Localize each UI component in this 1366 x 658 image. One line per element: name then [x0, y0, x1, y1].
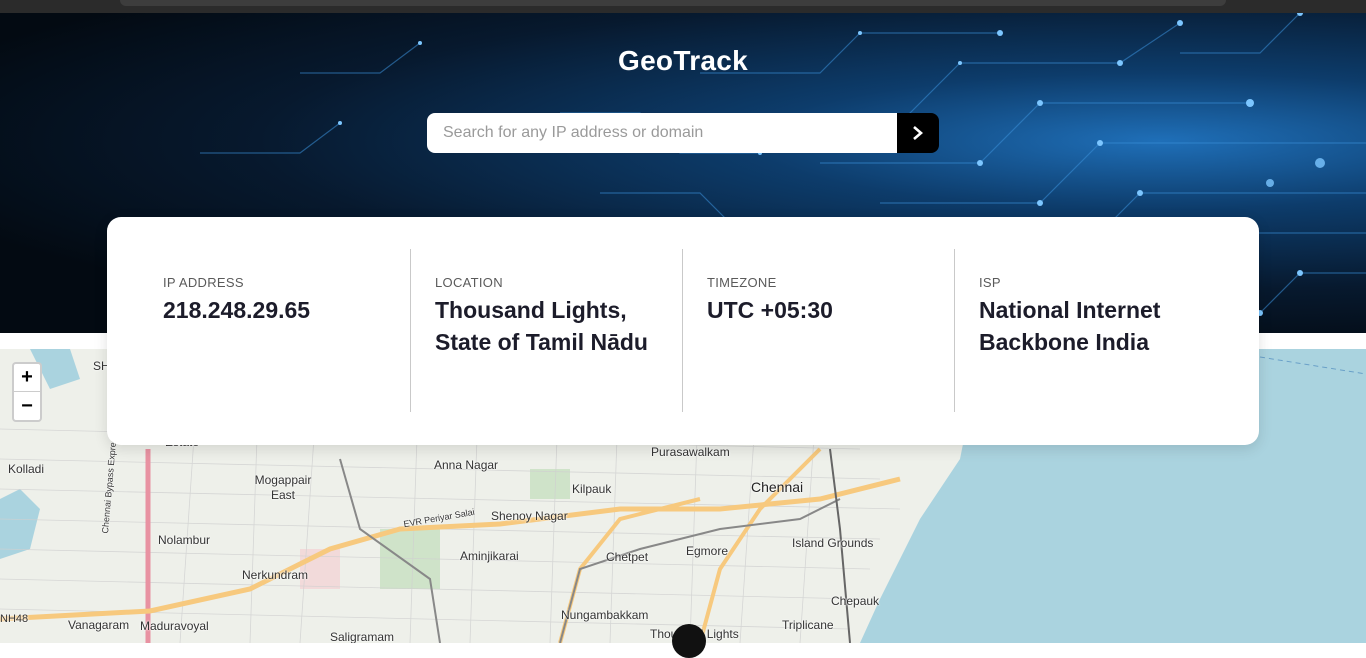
map-label: Triplicane	[782, 618, 834, 632]
search-bar	[427, 113, 939, 153]
location-marker-icon[interactable]	[672, 624, 706, 658]
map-label: Aminjikarai	[460, 549, 519, 563]
browser-top-strip	[0, 0, 1366, 13]
map-label: Kilpauk	[572, 482, 612, 496]
app-title: GeoTrack	[617, 45, 749, 76]
isp-section: ISP National Internet Backbone India	[979, 249, 1251, 412]
map-label: Mogappair East	[254, 473, 312, 502]
map-label: Egmore	[686, 544, 729, 558]
map-label: Purasawalkam	[651, 445, 730, 459]
map-label: Chepauk	[831, 594, 880, 608]
search-input[interactable]	[427, 113, 897, 153]
browser-top-bar	[120, 0, 1226, 6]
map-label: Nolambur	[158, 533, 211, 547]
timezone-section: TIMEZONE UTC +05:30	[707, 249, 979, 412]
isp-label: ISP	[979, 275, 1001, 290]
map-label: Chennai	[751, 479, 804, 495]
map-label: Nungambakkam	[561, 608, 649, 622]
location-value: Thousand Lights, State of Tamil Nādu	[435, 297, 648, 355]
divider	[682, 249, 683, 412]
map-label: Saligramam	[330, 630, 395, 643]
map-label: Kolladi	[8, 462, 45, 476]
divider	[954, 249, 955, 412]
zoom-out-button[interactable]: −	[14, 392, 40, 420]
map-label: Shenoy Nagar	[491, 509, 568, 523]
location-section: LOCATION Thousand Lights, State of Tamil…	[435, 249, 707, 412]
timezone-label: TIMEZONE	[707, 275, 777, 290]
ip-address-label: IP ADDRESS	[163, 275, 244, 290]
timezone-value: UTC +05:30	[707, 297, 833, 323]
map-label: Vanagaram	[68, 618, 130, 632]
ip-info-card: IP ADDRESS 218.248.29.65 LOCATION Thousa…	[107, 217, 1259, 445]
map-label: Chetpet	[606, 550, 649, 564]
divider	[410, 249, 411, 412]
map-zoom-control: + −	[12, 362, 42, 422]
map-label: Island Grounds	[792, 536, 874, 550]
location-label: LOCATION	[435, 275, 503, 290]
map-label: NH48	[0, 613, 29, 625]
ip-address-value: 218.248.29.65	[163, 297, 311, 323]
chevron-right-icon	[913, 126, 923, 140]
search-submit-button[interactable]	[897, 113, 939, 153]
isp-value: National Internet Backbone India	[979, 297, 1161, 355]
map-label: Nerkundram	[242, 568, 309, 582]
map-label: Anna Nagar	[434, 458, 499, 472]
map-label: Maduravoyal	[140, 619, 209, 633]
ip-address-section: IP ADDRESS 218.248.29.65	[163, 249, 435, 412]
zoom-in-button[interactable]: +	[14, 364, 40, 392]
